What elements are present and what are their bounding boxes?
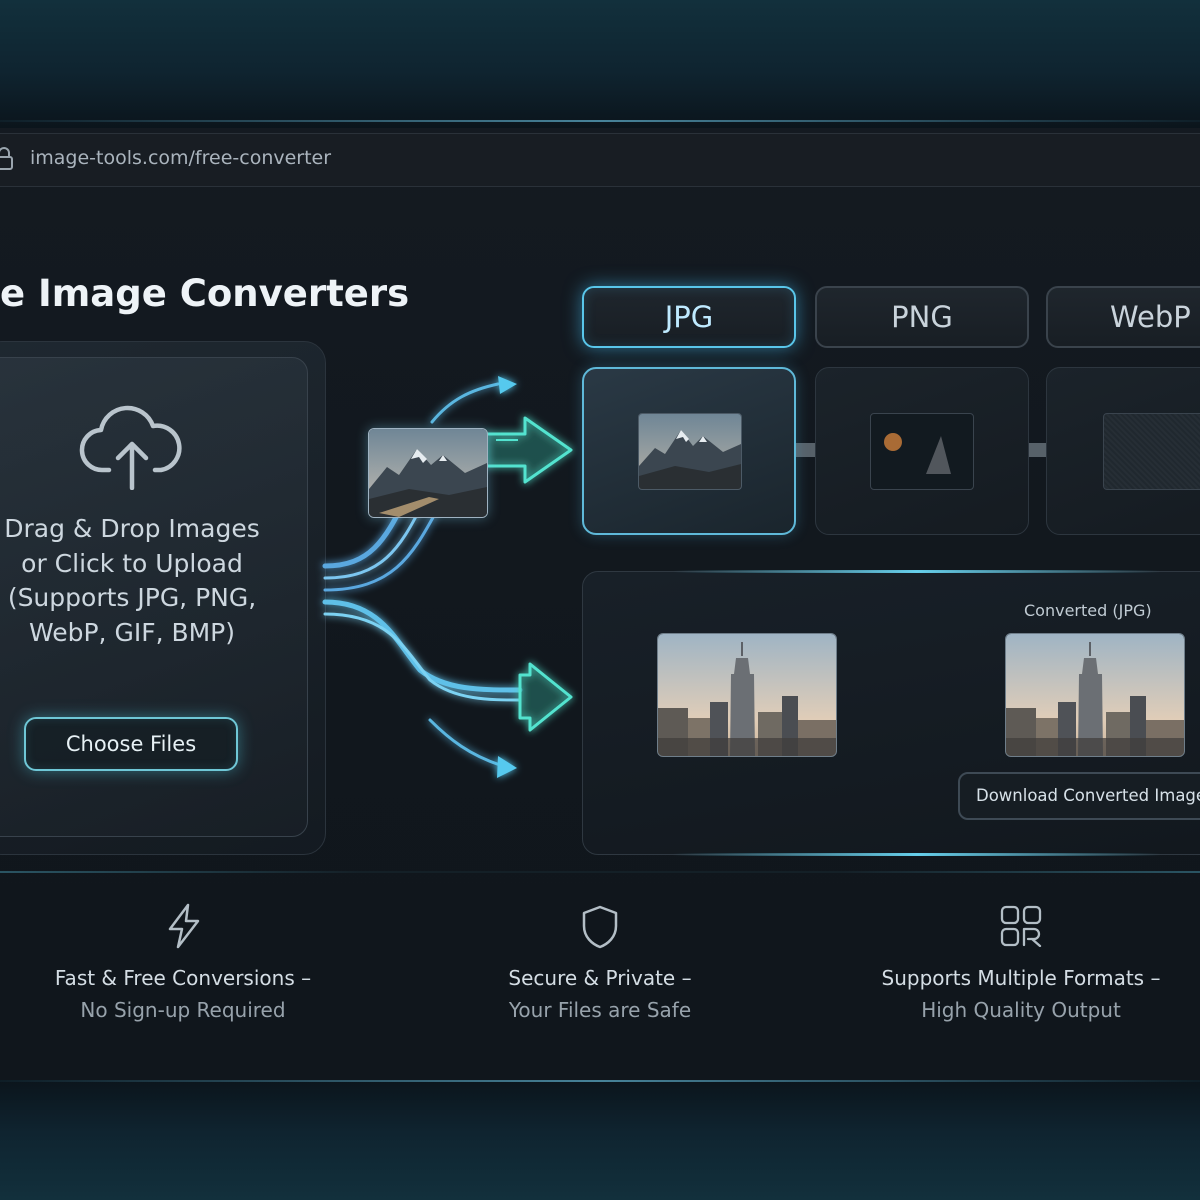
feature-secure-title: Secure & Private –	[508, 966, 692, 990]
tab-png[interactable]: PNG	[815, 286, 1029, 348]
converted-image	[1005, 633, 1185, 757]
arrow-heads	[484, 376, 573, 778]
city-photo	[1006, 634, 1184, 756]
feature-fast-title: Fast & Free Conversions –	[54, 966, 312, 990]
feature-secure: Secure & Private – Your Files are Safe	[410, 962, 790, 1026]
tab-webp[interactable]: WebP	[1046, 286, 1200, 348]
feature-fast-subtitle: No Sign-up Required	[80, 998, 286, 1022]
feature-formats-subtitle: High Quality Output	[921, 998, 1121, 1022]
original-image	[657, 633, 837, 757]
shield-icon	[582, 905, 618, 949]
download-converted-button[interactable]: Download Converted Image	[958, 772, 1200, 820]
source-image-thumbnail	[368, 428, 488, 518]
converted-label: Converted (JPG)	[1024, 601, 1152, 620]
section-divider	[0, 871, 1200, 873]
feature-secure-subtitle: Your Files are Safe	[508, 998, 692, 1022]
formats-grid-icon	[1000, 905, 1042, 947]
png-preview-thumbnail	[870, 413, 974, 490]
city-photo	[658, 634, 836, 756]
tab-jpg[interactable]: JPG	[582, 286, 796, 348]
feature-fast: Fast & Free Conversions – No Sign-up Req…	[0, 962, 373, 1026]
lightning-icon	[168, 903, 200, 949]
mountain-photo	[639, 414, 741, 489]
feature-formats: Supports Multiple Formats – High Quality…	[831, 962, 1200, 1026]
webp-preview-thumbnail	[1103, 413, 1200, 490]
blurred-photo	[884, 433, 951, 474]
jpg-preview-thumbnail	[638, 413, 742, 490]
feature-formats-title: Supports Multiple Formats –	[881, 966, 1161, 990]
mountain-photo	[369, 429, 487, 517]
